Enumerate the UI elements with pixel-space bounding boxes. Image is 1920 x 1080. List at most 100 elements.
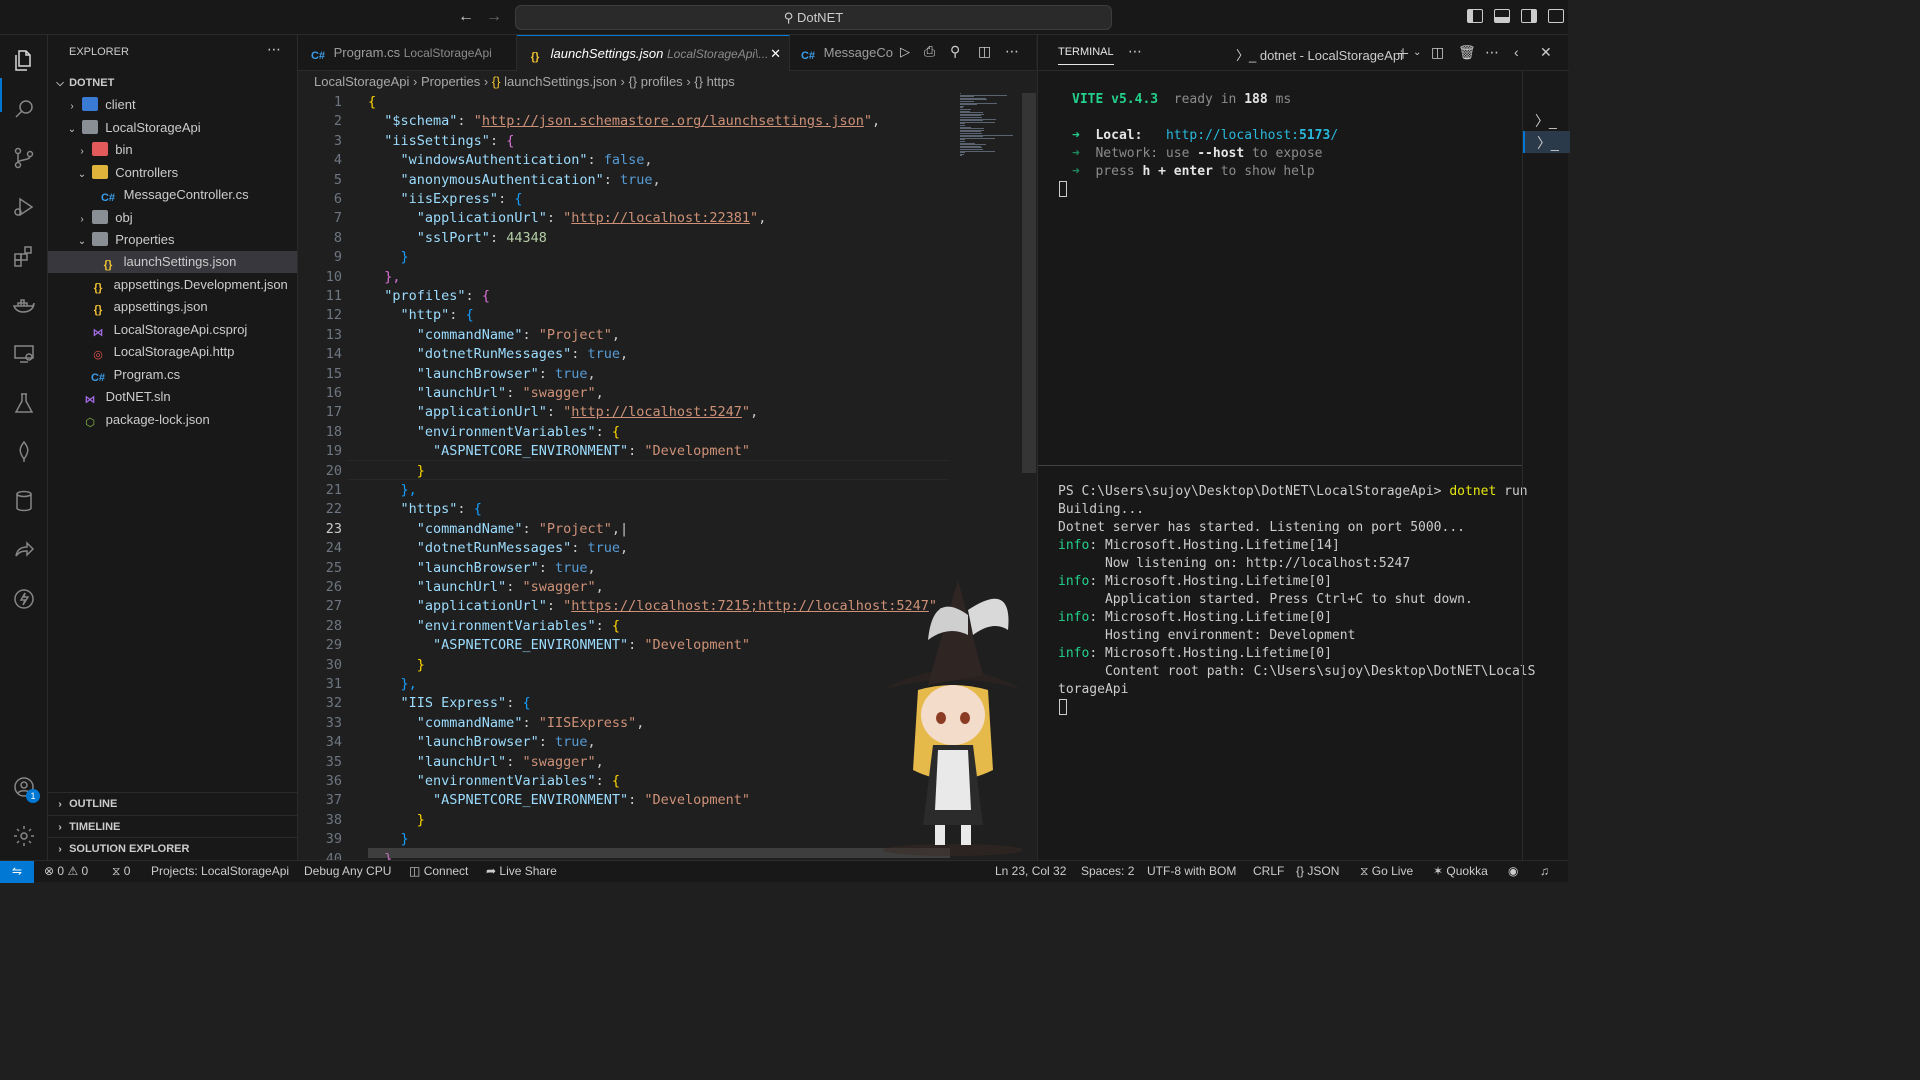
open-preview-icon[interactable]: ⚲ — [950, 43, 960, 60]
tree-file-appsettings[interactable]: {} appsettings.json — [48, 296, 297, 318]
chevron-down-icon[interactable]: ⌄ — [1413, 47, 1421, 58]
docker-icon[interactable] — [10, 291, 38, 319]
toggle-secondary-sidebar-icon[interactable] — [1521, 9, 1537, 23]
terminal-list-item-active[interactable]: 〉_ — [1523, 131, 1570, 153]
tab-launchsettings-json[interactable]: {} launchSettings.json LocalStorageApi\.… — [517, 35, 790, 71]
close-panel-icon[interactable]: ✕ — [1540, 44, 1552, 61]
terminal-split-divider[interactable] — [1038, 465, 1522, 466]
explorer-icon[interactable] — [10, 46, 38, 74]
terminal-icon[interactable]: 〉_ — [1535, 111, 1557, 131]
new-terminal-icon[interactable]: ＋ — [1396, 44, 1410, 64]
live-share-status[interactable]: ➦ Live Share — [486, 861, 557, 882]
run-debug-icon[interactable] — [10, 193, 38, 221]
warning-icon: ⚠ — [67, 864, 79, 878]
tree-folder-localstorageapi[interactable]: ⌄ LocalStorageApi — [48, 117, 297, 139]
code-line: "environmentVariables": { — [416, 423, 620, 440]
live-share-icon[interactable] — [10, 536, 38, 564]
tree-file-package-lock[interactable]: ⬡ package-lock.json — [48, 409, 297, 431]
go-live-button[interactable]: ⧖ Go Live — [1360, 861, 1413, 882]
line-number: 27 — [325, 598, 342, 615]
csharp-file-icon: C# — [800, 50, 816, 62]
toggle-panel-icon[interactable] — [1494, 9, 1510, 23]
timeline-section[interactable]: › TIMELINE — [48, 815, 297, 837]
database-icon[interactable] — [10, 487, 38, 515]
copilot-icon[interactable]: ◉ — [1508, 861, 1518, 882]
editor-group: C# Program.cs LocalStorageApi {} launchS… — [298, 35, 1036, 867]
breadcrumb-item[interactable]: launchSettings.json — [504, 74, 617, 89]
tree-folder-bin[interactable]: › bin — [48, 139, 297, 161]
breadcrumb-item[interactable]: https — [707, 74, 735, 89]
tab-messagecontroller[interactable]: C# MessageCo — [790, 35, 894, 71]
tree-file-launchsettings[interactable]: {} launchSettings.json — [48, 251, 297, 273]
command-center-search[interactable]: ⚲ DotNET — [515, 5, 1112, 30]
eol-status[interactable]: CRLF — [1253, 861, 1284, 882]
quokka-status[interactable]: ✶ Quokka — [1433, 861, 1488, 882]
line-number: 24 — [325, 540, 342, 557]
terminal-pane-vite[interactable]: VITE v5.4.3 ready in 188 ms ➜ Local: http… — [1072, 91, 1338, 181]
toggle-primary-sidebar-icon[interactable] — [1467, 9, 1483, 23]
outline-section[interactable]: › OUTLINE — [48, 792, 297, 814]
tab-program-cs[interactable]: C# Program.cs LocalStorageApi — [298, 35, 517, 71]
tree-file-appsettings-dev[interactable]: {} appsettings.Development.json — [48, 274, 297, 296]
notifications-bell-icon[interactable]: ♫ — [1540, 861, 1549, 882]
testing-icon[interactable] — [10, 389, 38, 417]
connect-status[interactable]: ◫ Connect — [409, 861, 468, 882]
close-tab-icon[interactable]: ✕ — [770, 36, 781, 71]
terminal-instance-name[interactable]: 〉_ dotnet - LocalStorageApi — [1236, 45, 1403, 64]
search-icon: ⚲ — [783, 10, 794, 25]
ports-indicator[interactable]: ⧖ 0 — [112, 861, 130, 882]
run-icon[interactable]: ▷ — [900, 44, 910, 60]
back-arrow-icon[interactable]: ← — [458, 8, 474, 26]
account-icon[interactable]: 1 — [10, 773, 40, 803]
trash-icon[interactable]: 🗑 — [1458, 44, 1476, 61]
tree-folder-client[interactable]: › client — [48, 94, 297, 116]
tree-folder-obj[interactable]: › obj — [48, 207, 297, 229]
breadcrumb-item[interactable]: LocalStorageApi — [314, 74, 409, 89]
tree-folder-controllers[interactable]: ⌄ Controllers — [48, 162, 297, 184]
print-icon[interactable]: ⎙ — [924, 43, 935, 60]
object-icon: {} — [694, 74, 703, 89]
minimap[interactable] — [958, 93, 1020, 159]
projects-status[interactable]: Projects: LocalStorageApi — [151, 861, 289, 882]
vertical-scrollbar[interactable] — [1022, 93, 1036, 473]
tree-file-http[interactable]: ◎ LocalStorageApi.http — [48, 341, 297, 363]
tree-file-messagecontroller[interactable]: C# MessageController.cs — [48, 184, 297, 206]
workspace-root[interactable]: ⌵ DOTNET — [48, 72, 297, 94]
chevron-left-icon[interactable]: ‹ — [1514, 44, 1519, 60]
forward-arrow-icon[interactable]: → — [486, 8, 502, 26]
horizontal-scrollbar[interactable] — [368, 848, 950, 858]
tree-file-csproj[interactable]: ⋈ LocalStorageApi.csproj — [48, 319, 297, 341]
terminal-pane-dotnet[interactable]: PS C:\Users\sujoy\Desktop\DotNET\LocalSt… — [1058, 483, 1535, 699]
tree-file-program[interactable]: C# Program.cs — [48, 364, 297, 386]
remote-explorer-icon[interactable] — [10, 340, 38, 368]
breadcrumb-item[interactable]: profiles — [641, 74, 683, 89]
debug-config-status[interactable]: Debug Any CPU — [304, 861, 391, 882]
remote-indicator-icon[interactable]: ⇋ — [0, 861, 34, 883]
source-control-icon[interactable] — [10, 144, 38, 172]
thunder-client-icon[interactable] — [10, 585, 38, 613]
extensions-icon[interactable] — [10, 242, 38, 270]
more-actions-icon[interactable]: ⋯ — [267, 41, 281, 58]
more-actions-icon[interactable]: ⋯ — [1005, 43, 1019, 60]
line-number: 17 — [325, 404, 342, 421]
terminal-line: ➜ Local: http://localhost:5173/ — [1072, 128, 1339, 143]
tree-folder-properties[interactable]: ⌄ Properties — [48, 229, 297, 251]
mongodb-icon[interactable] — [10, 438, 38, 466]
split-editor-icon[interactable]: ◫ — [978, 43, 991, 60]
split-terminal-icon[interactable]: ◫ — [1431, 44, 1444, 61]
indentation-status[interactable]: Spaces: 2 — [1081, 861, 1134, 882]
breadcrumb-item[interactable]: Properties — [421, 74, 480, 89]
encoding-status[interactable]: UTF-8 with BOM — [1147, 861, 1236, 882]
terminal-tab[interactable]: TERMINAL — [1058, 46, 1114, 65]
more-actions-icon[interactable]: ⋯ — [1485, 44, 1499, 61]
language-mode[interactable]: {} JSON — [1296, 861, 1339, 882]
code-line: "applicationUrl": "http://localhost:2238… — [416, 210, 767, 227]
settings-gear-icon[interactable] — [10, 822, 38, 850]
search-icon[interactable] — [10, 95, 38, 123]
more-actions-icon[interactable]: ⋯ — [1128, 43, 1142, 60]
solution-explorer-section[interactable]: › SOLUTION EXPLORER — [48, 837, 297, 859]
tree-file-sln[interactable]: ⋈ DotNET.sln — [48, 386, 297, 408]
customize-layout-icon[interactable] — [1548, 9, 1564, 23]
problems-indicator[interactable]: ⊗ 0 ⚠ 0 — [44, 861, 88, 882]
cursor-position[interactable]: Ln 23, Col 32 — [995, 861, 1066, 882]
